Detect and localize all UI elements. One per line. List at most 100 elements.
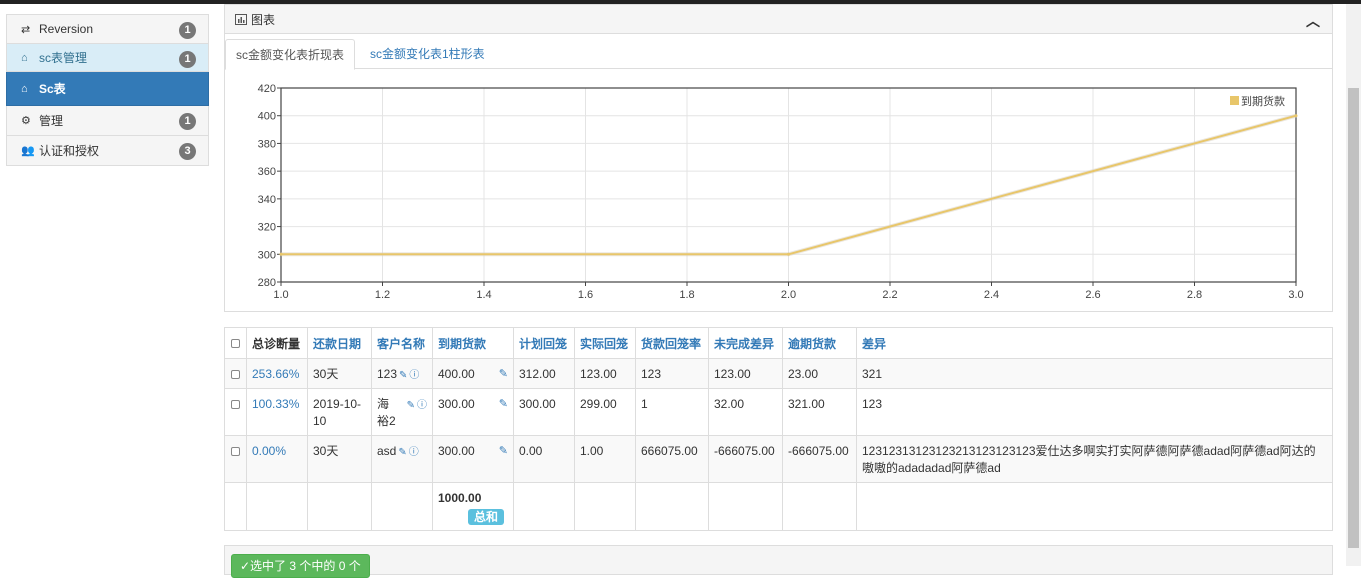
panel-header: 图表 ︿ <box>225 5 1332 34</box>
data-table: 总诊断量 还款日期 客户名称 到期货款 计划回笼 实际回笼 货款回笼率 未完成差… <box>224 327 1333 531</box>
sidebar-item-reversion[interactable]: ⇄ Reversion 1 <box>6 14 209 44</box>
edit-icon[interactable]: ✎ <box>399 370 407 381</box>
bar-chart-icon <box>235 13 247 25</box>
gear-icon: ⚙ <box>21 115 31 127</box>
sidebar-item-label: 管理 <box>39 114 64 128</box>
col-plan[interactable]: 计划回笼 <box>513 327 575 359</box>
table-header-row: 总诊断量 还款日期 客户名称 到期货款 计划回笼 实际回笼 货款回笼率 未完成差… <box>224 327 1333 359</box>
data-point <box>1294 114 1298 118</box>
row-checkbox[interactable] <box>224 388 247 436</box>
edit-icon[interactable]: ✎ <box>499 396 508 413</box>
y-tick-label: 380 <box>258 138 276 150</box>
data-point <box>787 252 790 256</box>
x-tick-label: 1.8 <box>679 289 694 301</box>
empty-cell <box>371 482 433 531</box>
customer-cell: ✎ ⓘ 海裕2 <box>371 388 433 436</box>
y-tick-label: 280 <box>258 277 276 289</box>
actual-cell: 123.00 <box>574 358 636 389</box>
page-scrollbar[interactable] <box>1346 4 1361 566</box>
legend-label: 到期货款 <box>1241 94 1285 108</box>
x-tick-label: 1.0 <box>273 289 288 301</box>
sidebar-item-auth[interactable]: 👥 认证和授权 3 <box>6 136 209 166</box>
y-tick-label: 340 <box>258 194 276 206</box>
ratio-link[interactable]: 100.33% <box>246 388 308 436</box>
col-due[interactable]: 到期货款 <box>432 327 514 359</box>
info-icon[interactable]: ⓘ <box>409 447 419 458</box>
col-actual[interactable]: 实际回笼 <box>574 327 636 359</box>
diff-cell: 321 <box>856 358 1333 389</box>
date-cell: 30天 <box>307 358 372 389</box>
count-badge: 1 <box>179 22 196 39</box>
selection-action-button[interactable]: ✓选中了 3 个中的 0 个 <box>231 554 370 578</box>
scrollbar-thumb[interactable] <box>1348 88 1359 548</box>
sidebar: ⇄ Reversion 1 ⌂ sc表管理 1 ⌂ Sc表 ⚙ 管理 1 👥 认… <box>6 14 209 166</box>
tab-line-chart[interactable]: sc金额变化表折现表 <box>225 39 356 70</box>
edit-icon[interactable]: ✎ <box>398 447 406 458</box>
x-tick-label: 2.4 <box>984 289 999 301</box>
edit-icon[interactable]: ✎ <box>407 400 415 411</box>
chart-tabs: sc金额变化表折现表 sc金额变化表1柱形表 <box>225 39 1332 70</box>
rate-cell: 666075.00 <box>635 435 709 483</box>
col-overdue[interactable]: 逾期货款 <box>782 327 857 359</box>
tab-bar-chart[interactable]: sc金额变化表1柱形表 <box>360 39 495 70</box>
empty-cell <box>635 482 709 531</box>
sidebar-item-sc-manage[interactable]: ⌂ sc表管理 1 <box>6 44 209 72</box>
rate-cell: 1 <box>635 388 709 436</box>
diff-cell: 123 <box>856 388 1333 436</box>
date-cell: 2019-10-10 <box>307 388 372 436</box>
table-row: 0.00% 30天 asd ✎ ⓘ 300.00 ✎ 0.00 1.00 666075… <box>224 435 1333 483</box>
home-icon: ⌂ <box>21 51 28 64</box>
line-chart: 280 300 320 340 360 380 400 420 1.0 1.2 1.4 1.6 1.8 2… <box>225 77 1332 312</box>
sidebar-item-sc-table[interactable]: ⌂ Sc表 <box>6 72 209 106</box>
select-all-checkbox[interactable] <box>224 327 247 359</box>
unfinished-cell: 32.00 <box>708 388 783 436</box>
x-tick-label: 1.6 <box>578 289 593 301</box>
customer-name: 海裕2 <box>377 397 396 428</box>
col-rate[interactable]: 货款回笼率 <box>635 327 709 359</box>
ratio-link[interactable]: 253.66% <box>246 358 308 389</box>
checkbox-icon[interactable] <box>231 370 240 380</box>
x-tick-label: 2.2 <box>882 289 897 301</box>
y-tick-label: 360 <box>258 166 276 178</box>
checkbox-icon[interactable] <box>231 400 240 410</box>
customer-cell: asd ✎ ⓘ <box>371 435 433 483</box>
panel-title: 图表 <box>251 12 276 27</box>
edit-icon[interactable]: ✎ <box>499 366 508 383</box>
edit-icon[interactable]: ✎ <box>499 443 508 460</box>
unfinished-cell: -666075.00 <box>708 435 783 483</box>
col-diff[interactable]: 差异 <box>856 327 1333 359</box>
diff-cell: 12312313123123213123123123爱仕达多啊实打实阿萨德阿萨德… <box>856 435 1333 483</box>
x-tick-label: 2.0 <box>781 289 796 301</box>
table-row: 100.33% 2019-10-10 ✎ ⓘ 海裕2 300.00 ✎ 300.00 … <box>224 388 1333 436</box>
row-checkbox[interactable] <box>224 358 247 389</box>
y-tick-label: 420 <box>258 83 276 95</box>
empty-cell <box>224 482 247 531</box>
sidebar-item-admin[interactable]: ⚙ 管理 1 <box>6 106 209 136</box>
total-cell: 1000.00 总和 <box>432 482 514 531</box>
x-tick-label: 2.6 <box>1085 289 1100 301</box>
checkbox-icon[interactable] <box>231 447 240 457</box>
customer-cell: 123 ✎ ⓘ <box>371 358 433 389</box>
sidebar-item-label: 认证和授权 <box>39 144 100 158</box>
y-tick-label: 320 <box>258 222 276 234</box>
plan-cell: 312.00 <box>513 358 575 389</box>
overdue-cell: 23.00 <box>782 358 857 389</box>
customer-name: 123 <box>377 367 398 381</box>
col-ratio[interactable]: 总诊断量 <box>246 327 308 359</box>
empty-cell <box>513 482 575 531</box>
col-date[interactable]: 还款日期 <box>307 327 372 359</box>
col-customer[interactable]: 客户名称 <box>371 327 433 359</box>
legend-swatch <box>1230 96 1239 105</box>
ratio-link[interactable]: 0.00% <box>246 435 308 483</box>
col-unfinished[interactable]: 未完成差异 <box>708 327 783 359</box>
y-tick-label: 400 <box>258 111 276 123</box>
chevron-up-icon[interactable]: ︿ <box>1306 11 1320 31</box>
info-icon[interactable]: ⓘ <box>417 400 427 411</box>
customer-name: asd <box>377 444 397 458</box>
action-bar: ✓选中了 3 个中的 0 个 <box>224 545 1333 578</box>
checkbox-icon[interactable] <box>231 339 240 349</box>
due-value: 400.00 <box>438 367 475 381</box>
row-checkbox[interactable] <box>224 435 247 483</box>
info-icon[interactable]: ⓘ <box>409 370 419 381</box>
chart-panel: 图表 ︿ sc金额变化表折现表 sc金额变化表1柱形表 280 300 320 340… <box>224 4 1333 312</box>
